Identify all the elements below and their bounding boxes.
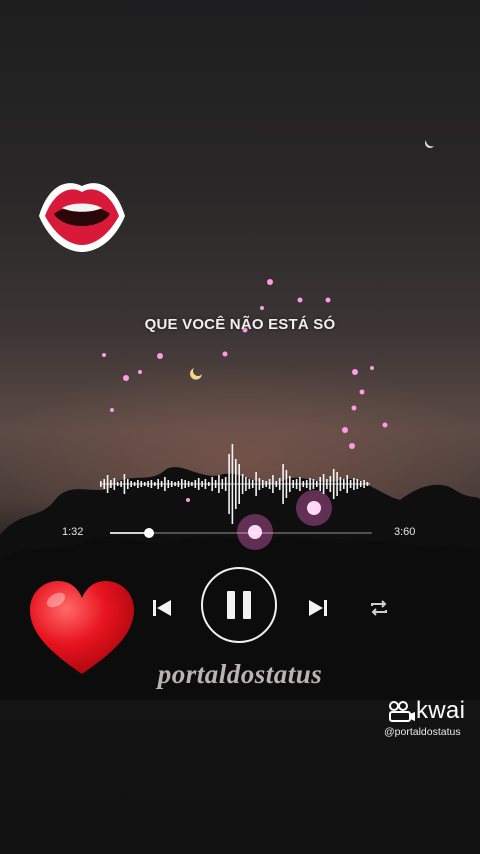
sparkle xyxy=(351,405,357,411)
skip-next-icon[interactable] xyxy=(306,596,330,620)
kwai-brand: kwai xyxy=(416,697,466,724)
kwai-logo-icon xyxy=(389,701,415,722)
total-time: 3:60 xyxy=(394,526,416,538)
audio-waveform xyxy=(100,444,370,524)
sparkle xyxy=(260,306,264,310)
sparkle xyxy=(102,353,106,357)
sparkle xyxy=(325,297,331,303)
sparkle xyxy=(297,297,303,303)
watermark-text: portaldostatus xyxy=(157,659,323,689)
repeat-icon[interactable] xyxy=(367,596,391,620)
progress-bar[interactable] xyxy=(110,528,372,538)
sparkle xyxy=(267,279,273,285)
lyric-line: QUE VOCÊ NÃO ESTÁ SÓ xyxy=(144,316,336,333)
sparkle xyxy=(352,369,358,375)
sparkle xyxy=(370,366,374,370)
pause-icon xyxy=(227,591,251,619)
pause-button[interactable] xyxy=(201,567,277,643)
kwai-handle: @portaldostatus xyxy=(384,726,461,738)
lips-icon xyxy=(39,183,125,252)
sparkle xyxy=(123,375,129,381)
sparkle xyxy=(157,353,163,359)
sparkle xyxy=(222,351,228,357)
moon-icon xyxy=(425,140,434,148)
sparkle xyxy=(110,408,114,412)
moon-icon xyxy=(190,368,202,380)
current-time: 1:32 xyxy=(62,526,84,538)
skip-previous-icon[interactable] xyxy=(150,596,174,620)
waveform-baseline xyxy=(100,483,370,485)
sparkle xyxy=(359,389,365,395)
sparkle xyxy=(382,422,388,428)
sparkle xyxy=(138,370,142,374)
